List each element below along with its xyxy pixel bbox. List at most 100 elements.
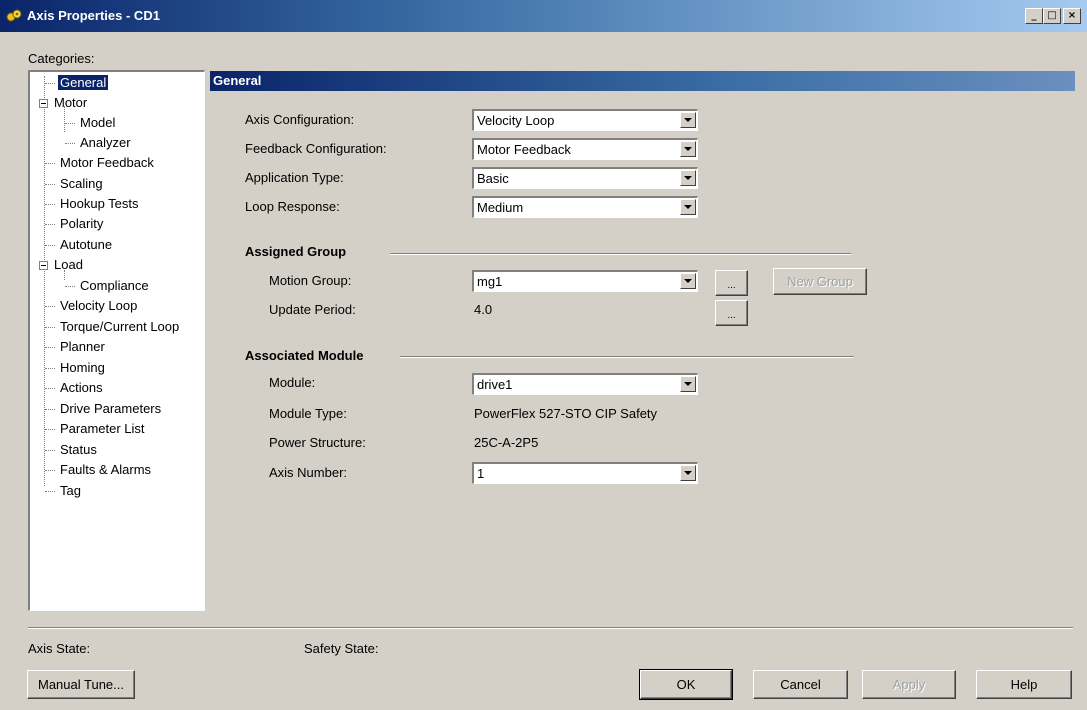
window-title: Axis Properties - CD1 — [27, 8, 160, 23]
tree-item-motor[interactable]: Motor — [39, 94, 89, 112]
tree-item-compliance[interactable]: Compliance — [65, 277, 151, 295]
safety-state-label: Safety State: — [304, 641, 379, 656]
tree-dots — [45, 450, 55, 452]
update-period-browse-button[interactable]: ... — [715, 300, 748, 326]
tree-item-velocity-loop[interactable]: Velocity Loop — [45, 297, 139, 315]
loop-response-label: Loop Response: — [245, 199, 340, 214]
feedback-configuration-label: Feedback Configuration: — [245, 141, 387, 156]
tree-item-homing[interactable]: Homing — [45, 359, 107, 377]
minimize-button[interactable]: _ — [1025, 8, 1043, 24]
motion-group-label: Motion Group: — [269, 273, 352, 288]
application-type-select[interactable]: Basic — [472, 167, 698, 189]
application-type-label: Application Type: — [245, 170, 344, 185]
tree-dots — [45, 306, 55, 308]
tree-item-motor-feedback[interactable]: Motor Feedback — [45, 154, 156, 172]
tree-dots — [45, 470, 55, 472]
tree-dots — [45, 388, 55, 390]
chevron-down-icon[interactable] — [680, 376, 696, 392]
collapse-icon[interactable] — [39, 261, 48, 271]
tree-item-torque-current-loop[interactable]: Torque/Current Loop — [45, 318, 181, 336]
ok-button[interactable]: OK — [639, 669, 733, 700]
tree-dots — [45, 429, 55, 431]
tree-item-tag[interactable]: Tag — [45, 482, 83, 500]
assigned-group-title: Assigned Group — [245, 244, 347, 259]
tree-item-faults-alarms[interactable]: Faults & Alarms — [45, 461, 153, 479]
axis-state-label: Axis State: — [28, 641, 91, 656]
associated-module-title: Associated Module — [245, 348, 364, 363]
axis-configuration-label: Axis Configuration: — [245, 112, 355, 127]
module-value: drive1 — [477, 377, 513, 392]
update-period-label: Update Period: — [269, 302, 356, 317]
tree-dots — [45, 204, 55, 206]
axis-properties-icon — [6, 9, 22, 22]
axis-number-value: 1 — [477, 466, 485, 481]
cancel-button[interactable]: Cancel — [753, 670, 848, 699]
tree-dots — [45, 368, 55, 370]
assigned-group-divider — [390, 253, 851, 255]
general-section-header: General — [210, 71, 1075, 91]
power-structure-value: 25C-A-2P5 — [474, 435, 539, 450]
new-group-button[interactable]: New Group — [773, 268, 867, 295]
manual-tune-button[interactable]: Manual Tune... — [27, 670, 135, 699]
application-type-value: Basic — [477, 171, 509, 186]
motion-group-browse-button[interactable]: ... — [715, 270, 748, 296]
module-type-label: Module Type: — [269, 406, 347, 421]
apply-button[interactable]: Apply — [862, 670, 956, 699]
chevron-down-icon[interactable] — [680, 141, 696, 157]
tree-dots — [45, 491, 55, 493]
tree-item-model[interactable]: Model — [65, 114, 117, 132]
tree-item-actions[interactable]: Actions — [45, 379, 105, 397]
tree-item-load[interactable]: Load — [39, 256, 85, 274]
module-select[interactable]: drive1 — [472, 373, 698, 395]
tree-dots — [45, 83, 55, 85]
chevron-down-icon[interactable] — [680, 199, 696, 215]
axis-number-select[interactable]: 1 — [472, 462, 698, 484]
tree-dots — [45, 245, 55, 247]
axis-configuration-select[interactable]: Velocity Loop — [472, 109, 698, 131]
tree-dots — [45, 327, 55, 329]
title-bar[interactable]: Axis Properties - CD1 _ □ × — [0, 0, 1087, 32]
axis-properties-window: Axis Properties - CD1 _ □ × Categories: … — [0, 0, 1087, 710]
associated-module-divider — [400, 356, 854, 358]
close-button[interactable]: × — [1063, 8, 1081, 24]
collapse-icon[interactable] — [39, 99, 48, 109]
update-period-value: 4.0 — [474, 302, 493, 317]
tree-dots — [45, 224, 55, 226]
tree-dots — [45, 347, 55, 349]
tree-dots — [45, 184, 55, 186]
tree-item-polarity[interactable]: Polarity — [45, 215, 105, 233]
tree-item-scaling[interactable]: Scaling — [45, 175, 105, 193]
tree-item-analyzer[interactable]: Analyzer — [65, 134, 133, 152]
tree-item-drive-parameters[interactable]: Drive Parameters — [45, 400, 163, 418]
power-structure-label: Power Structure: — [269, 435, 366, 450]
motion-group-value: mg1 — [477, 274, 503, 289]
chevron-down-icon[interactable] — [680, 112, 696, 128]
categories-tree[interactable]: General Motor Model Analyzer Motor Feedb… — [28, 70, 205, 611]
loop-response-select[interactable]: Medium — [472, 196, 698, 218]
tree-item-general[interactable]: General — [45, 74, 110, 92]
tree-dots — [65, 123, 75, 125]
maximize-button[interactable]: □ — [1043, 8, 1061, 24]
categories-label: Categories: — [28, 51, 95, 66]
module-label: Module: — [269, 375, 316, 390]
feedback-configuration-select[interactable]: Motor Feedback — [472, 138, 698, 160]
tree-dots — [45, 163, 55, 165]
bottom-separator — [28, 627, 1073, 629]
chevron-down-icon[interactable] — [680, 170, 696, 186]
chevron-down-icon[interactable] — [680, 273, 696, 289]
loop-response-value: Medium — [477, 200, 524, 215]
tree-dots — [65, 286, 75, 288]
tree-dots — [45, 409, 55, 411]
tree-item-hookup-tests[interactable]: Hookup Tests — [45, 195, 141, 213]
chevron-down-icon[interactable] — [680, 465, 696, 481]
module-type-value: PowerFlex 527-STO CIP Safety — [474, 406, 658, 421]
tree-item-parameter-list[interactable]: Parameter List — [45, 420, 147, 438]
feedback-configuration-value: Motor Feedback — [477, 142, 571, 157]
motion-group-select[interactable]: mg1 — [472, 270, 698, 292]
tree-item-status[interactable]: Status — [45, 441, 99, 459]
tree-item-planner[interactable]: Planner — [45, 338, 107, 356]
tree-item-autotune[interactable]: Autotune — [45, 236, 114, 254]
axis-configuration-value: Velocity Loop — [477, 113, 555, 128]
help-button[interactable]: Help — [976, 670, 1072, 699]
tree-dots — [65, 143, 75, 145]
